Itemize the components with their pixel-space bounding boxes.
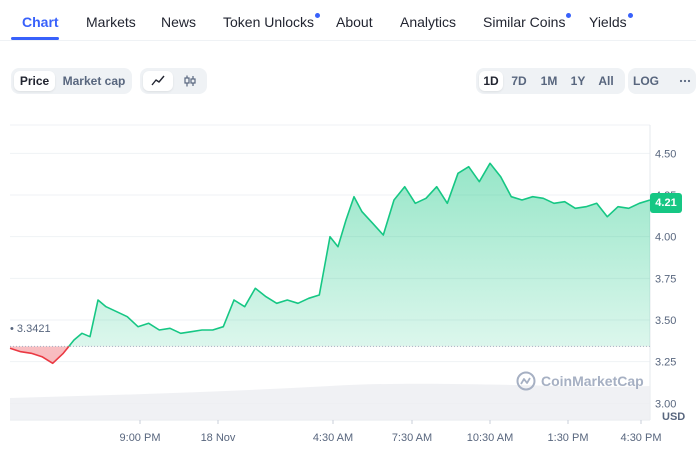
- x-tick-label: 1:30 PM: [548, 432, 589, 444]
- x-tick-label: 4:30 AM: [313, 432, 353, 444]
- currency-label: USD: [662, 411, 686, 423]
- coinmarketcap-logo-icon: [516, 371, 536, 391]
- y-tick-label: 4.00: [655, 232, 676, 244]
- y-tick-label: 3.75: [655, 273, 676, 285]
- y-tick-label: 3.25: [655, 357, 676, 369]
- x-tick-label: 10:30 AM: [467, 432, 513, 444]
- x-tick-label: 18 Nov: [201, 432, 236, 444]
- y-tick-label: 4.50: [655, 148, 676, 160]
- price-chart[interactable]: 3.003.253.503.754.004.254.50 9:00 PM18 N…: [0, 0, 696, 464]
- x-tick-label: 9:00 PM: [120, 432, 161, 444]
- open-price-dot-icon: •: [10, 323, 14, 335]
- coinmarketcap-watermark: CoinMarketCap: [516, 371, 644, 391]
- y-axis-ticks: 3.003.253.503.754.004.254.50: [655, 148, 676, 410]
- open-price-label: • 3.3421: [10, 323, 51, 335]
- y-tick-label: 3.00: [655, 398, 676, 410]
- current-price-badge: 4.21: [650, 193, 682, 213]
- x-tick-label: 7:30 AM: [392, 432, 432, 444]
- y-tick-label: 3.50: [655, 315, 676, 327]
- x-tick-label: 4:30 PM: [621, 432, 662, 444]
- x-axis-ticks: 9:00 PM 18 Nov 4:30 AM 7:30 AM 10:30 AM 1:30 …: [120, 420, 662, 444]
